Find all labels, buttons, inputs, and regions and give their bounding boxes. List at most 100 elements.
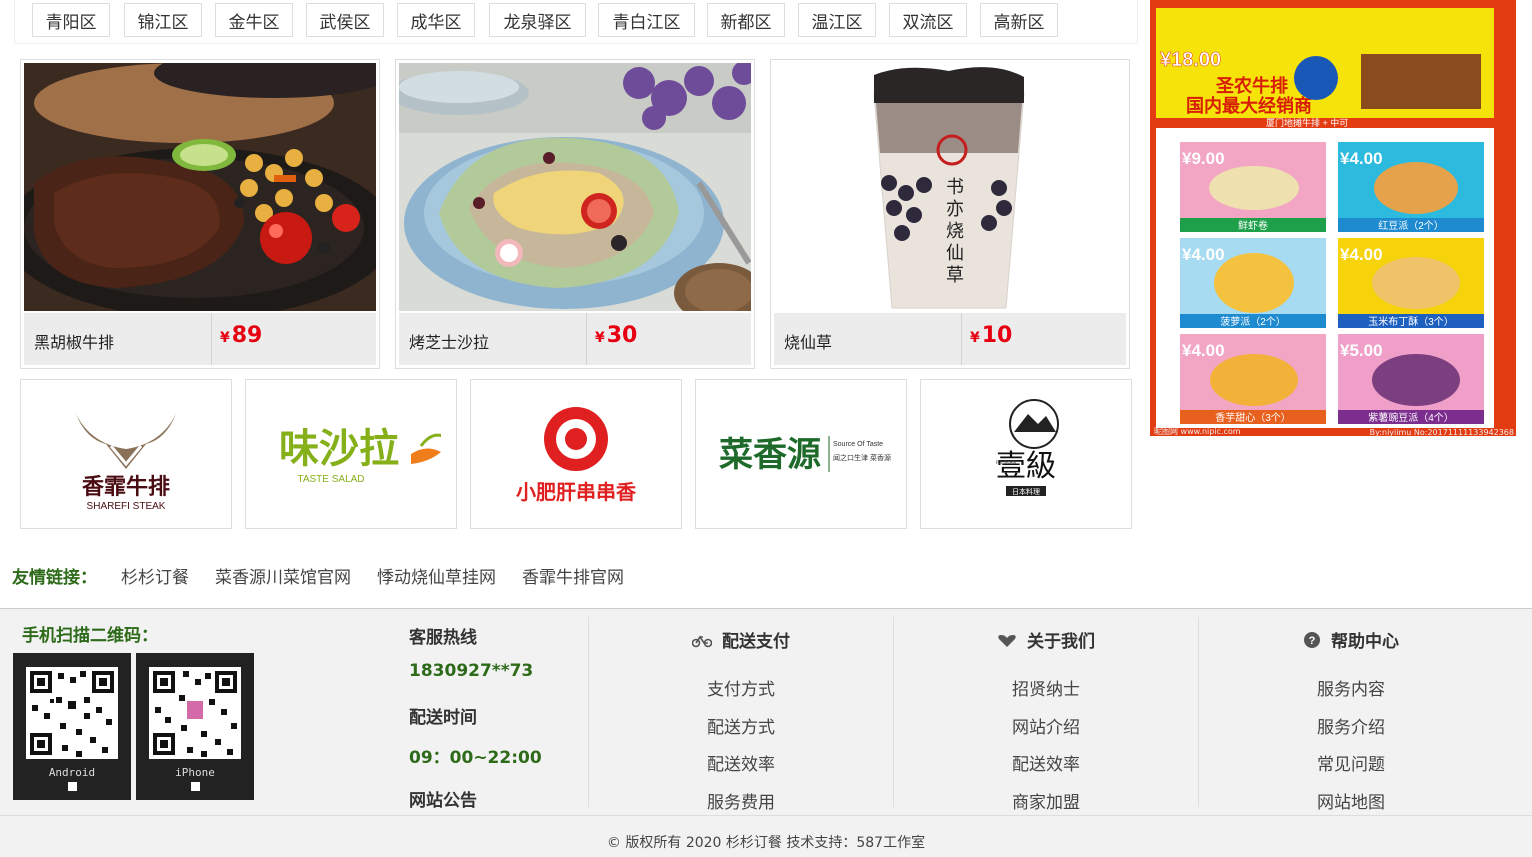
district-button[interactable]: 温江区 (798, 3, 876, 37)
column-title: 配送支付 (589, 627, 893, 652)
qr-iphone[interactable]: iPhone (136, 653, 254, 800)
hotline-title: 客服热线 (409, 628, 477, 648)
svg-text:紫薯豌豆派（4个）: 紫薯豌豆派（4个） (1368, 411, 1454, 424)
logo-xiaofeigan[interactable]: 小肥肝串串香 (470, 379, 682, 529)
promo-ad[interactable]: ¥18.00 圣农牛排 国内最大经销商 厦门地摊牛排 + 中可 ¥9.00 ¥4… (1150, 0, 1516, 437)
district-button[interactable]: 新都区 (707, 3, 785, 37)
district-button[interactable]: 青阳区 (32, 3, 110, 37)
divider (961, 313, 962, 365)
bicycle-icon (691, 633, 713, 652)
column-title: 关于我们 (894, 627, 1198, 652)
district-button[interactable]: 青白江区 (598, 3, 695, 37)
friend-link[interactable]: 香霏牛排官网 (522, 563, 624, 588)
steak-image[interactable] (24, 63, 376, 311)
footer-link[interactable]: 配送效率 (589, 750, 893, 775)
svg-text:¥4.00: ¥4.00 (1340, 149, 1383, 168)
svg-text:烧: 烧 (946, 221, 964, 241)
grass-jelly-image[interactable]: 书 亦 烧 仙 草 (774, 63, 1126, 311)
divider (0, 815, 1532, 816)
footer-link[interactable]: 常见问题 (1199, 750, 1503, 775)
logo-taste-salad[interactable]: 味沙拉 TASTE SALAD (245, 379, 457, 529)
food-info: 烤芝士沙拉 ¥30 (399, 313, 751, 365)
qr-checkbox (68, 782, 77, 791)
food-name[interactable]: 烤芝士沙拉 (409, 329, 489, 353)
svg-text:亦: 亦 (946, 199, 964, 219)
district-bar: 青阳区 锦江区 金牛区 武侯区 成华区 龙泉驿区 青白江区 新都区 温江区 双流… (14, 0, 1138, 44)
svg-text:玉米布丁酥（3个）: 玉米布丁酥（3个） (1368, 315, 1454, 328)
footer-link[interactable]: 配送效率 (894, 750, 1198, 775)
food-price: ¥89 (220, 323, 263, 348)
svg-text:¥4.00: ¥4.00 (1182, 341, 1225, 360)
svg-text:¥5.00: ¥5.00 (1340, 341, 1383, 360)
footer-link[interactable]: 网站地图 (1199, 788, 1503, 813)
food-name[interactable]: 烧仙草 (784, 329, 832, 353)
qr-code-image (26, 667, 118, 759)
svg-text:国内最大经销商: 国内最大经销商 (1186, 95, 1312, 116)
svg-text:壹級: 壹級 (996, 450, 1056, 483)
svg-text:ICHIKAN: ICHIKAN (996, 460, 1017, 466)
food-card-grass-jelly[interactable]: 书 亦 烧 仙 草 烧仙草 ¥10 (770, 59, 1130, 369)
footer-link[interactable]: 服务介绍 (1199, 713, 1503, 738)
friend-link[interactable]: 菜香源川菜馆官网 (215, 563, 351, 588)
svg-text:小肥肝串串香: 小肥肝串串香 (516, 480, 637, 504)
svg-text:味沙拉: 味沙拉 (279, 427, 399, 471)
district-button[interactable]: 龙泉驿区 (489, 3, 586, 37)
svg-text:SHAREFI STEAK: SHAREFI STEAK (87, 501, 166, 512)
svg-text:菠萝派（2个）: 菠萝派（2个） (1220, 316, 1286, 328)
divider (586, 313, 587, 365)
district-button[interactable]: 成华区 (397, 3, 475, 37)
friend-link[interactable]: 杉杉订餐 (121, 563, 189, 588)
footer-link[interactable]: 配送方式 (589, 713, 893, 738)
qr-title: 手机扫描二维码： (22, 626, 158, 646)
food-price: ¥10 (970, 323, 1013, 348)
svg-text:菜香源: 菜香源 (719, 436, 821, 474)
food-name[interactable]: 黑胡椒牛排 (34, 329, 114, 353)
footer-link[interactable]: 网站介绍 (894, 713, 1198, 738)
friend-links: 友情链接： 杉杉订餐 菜香源川菜馆官网 悸动烧仙草挂网 香霏牛排官网 (12, 562, 650, 588)
logo-ichikan[interactable]: 壹級 日本料理 ICHIKAN (920, 379, 1132, 529)
district-button[interactable]: 武侯区 (306, 3, 384, 37)
svg-text:闻之口生津 菜香源头寻: 闻之口生津 菜香源头寻 (833, 453, 891, 462)
food-info: 黑胡椒牛排 ¥89 (24, 313, 376, 365)
svg-text:书: 书 (946, 177, 964, 197)
food-card-steak[interactable]: 黑胡椒牛排 ¥89 (20, 59, 380, 369)
friend-links-label: 友情链接： (12, 567, 97, 588)
qr-checkbox (191, 782, 200, 791)
district-button[interactable]: 双流区 (889, 3, 967, 37)
food-price: ¥30 (595, 323, 638, 348)
svg-text:Source Of Taste: Source Of Taste (833, 441, 883, 448)
salad-image[interactable] (399, 63, 751, 311)
svg-text:仙: 仙 (946, 243, 964, 263)
page: 青阳区 锦江区 金牛区 武侯区 成华区 龙泉驿区 青白江区 新都区 温江区 双流… (0, 0, 1532, 857)
svg-text:鲜虾卷: 鲜虾卷 (1238, 219, 1268, 232)
delivery-time-title: 配送时间 (409, 708, 477, 728)
svg-text:草: 草 (946, 265, 964, 285)
friend-link[interactable]: 悸动烧仙草挂网 (377, 563, 496, 588)
logo-caixiangyuan[interactable]: 菜香源 Source Of Taste 闻之口生津 菜香源头寻 (695, 379, 907, 529)
district-button[interactable]: 金牛区 (215, 3, 293, 37)
svg-text:香霏牛排: 香霏牛排 (82, 474, 170, 499)
copyright: © 版权所有 2020 杉杉订餐 技术支持：587工作室 (606, 835, 926, 851)
question-icon: ? (1303, 631, 1321, 653)
svg-text:圣农牛排: 圣农牛排 (1215, 75, 1288, 96)
column-title: ? 帮助中心 (1199, 627, 1503, 653)
delivery-time-value: 09：00~22:00 (409, 748, 542, 768)
footer-link[interactable]: 服务内容 (1199, 675, 1503, 700)
notice-title[interactable]: 网站公告 (409, 786, 477, 811)
logo-sharefi-steak[interactable]: 香霏牛排 SHAREFI STEAK (20, 379, 232, 529)
svg-text:厦门地摊牛排 + 中可: 厦门地摊牛排 + 中可 (1266, 117, 1348, 128)
footer-column-delivery: 配送支付 支付方式 配送方式 配送效率 服务费用 (588, 617, 893, 813)
footer-link[interactable]: 服务费用 (589, 788, 893, 813)
svg-text:¥4.00: ¥4.00 (1182, 245, 1225, 264)
footer-link[interactable]: 商家加盟 (894, 788, 1198, 813)
svg-text:香芋甜心（3个）: 香芋甜心（3个） (1215, 411, 1291, 424)
food-info: 烧仙草 ¥10 (774, 313, 1126, 365)
district-button[interactable]: 高新区 (980, 3, 1058, 37)
footer-link[interactable]: 支付方式 (589, 675, 893, 700)
district-button[interactable]: 锦江区 (124, 3, 202, 37)
footer: 手机扫描二维码： Android iPhone 客服热线 1830927**73… (0, 608, 1532, 857)
footer-link[interactable]: 招贤纳士 (894, 675, 1198, 700)
qr-android[interactable]: Android (13, 653, 131, 800)
food-card-salad[interactable]: 烤芝士沙拉 ¥30 (395, 59, 755, 369)
svg-text:红豆派（2个）: 红豆派（2个） (1378, 219, 1444, 232)
